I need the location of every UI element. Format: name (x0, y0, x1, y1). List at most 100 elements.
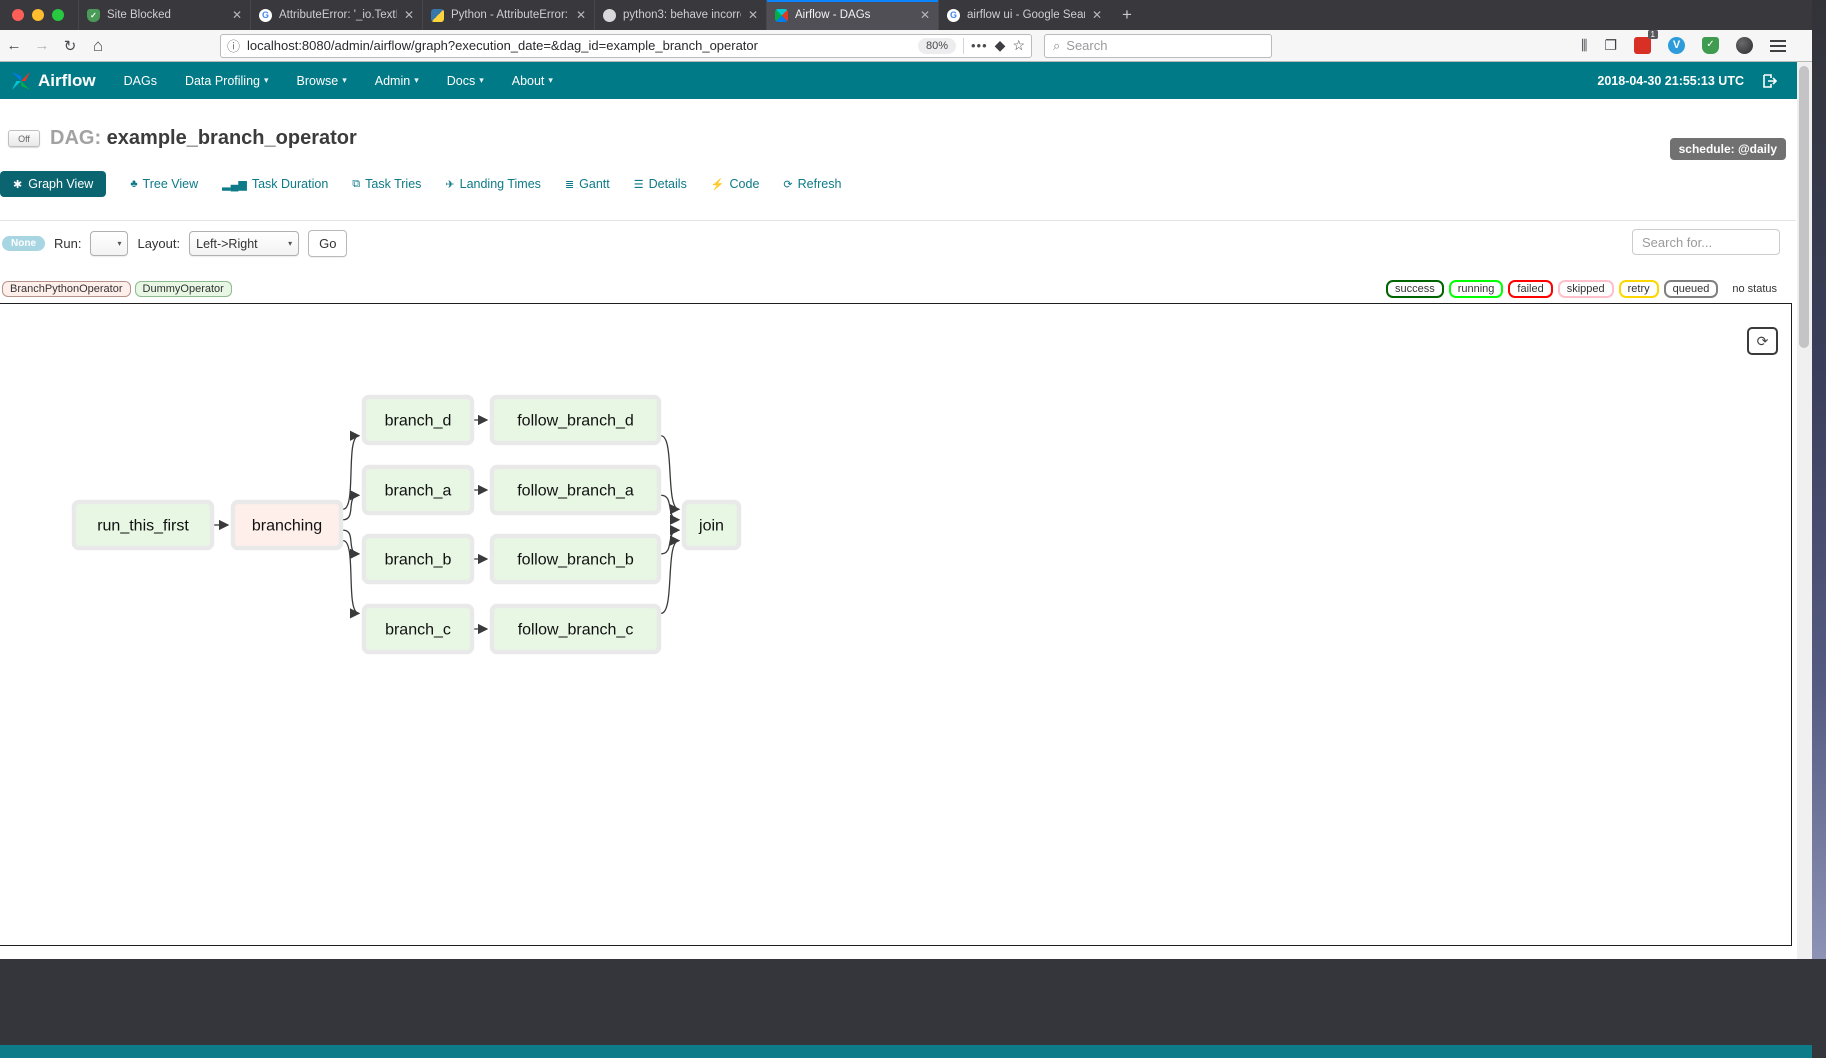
task-node-follow_branch_d[interactable]: follow_branch_d (492, 397, 659, 443)
zoom-level-badge[interactable]: 80% (918, 38, 956, 54)
menu-icon[interactable] (1770, 40, 1786, 52)
library-icon[interactable]: ⫼ (1581, 37, 1587, 54)
reload-icon[interactable]: ↻ (56, 37, 84, 55)
page-scrollbar[interactable] (1797, 62, 1812, 959)
browser-search-field[interactable]: ⌕ Search (1044, 34, 1272, 58)
nav-item-about[interactable]: About▾ (498, 62, 567, 99)
page-actions-icon[interactable]: ••• (971, 38, 988, 53)
nav-item-data-profiling[interactable]: Data Profiling ▾ (171, 62, 283, 99)
tab-task-duration[interactable]: ▂▄▆Task Duration (222, 177, 328, 191)
browser-tab-1[interactable]: ✓Site Blocked✕ (78, 0, 250, 30)
task-node-follow_branch_c[interactable]: follow_branch_c (492, 606, 659, 652)
pocket-icon[interactable]: ◆ (995, 37, 1006, 54)
forward-icon[interactable]: → (28, 37, 56, 54)
status-legend-skipped: skipped (1558, 280, 1614, 298)
zoom-window-button[interactable] (52, 9, 64, 21)
chevron-down-icon: ▾ (288, 239, 292, 248)
sidebar-icon[interactable]: ❐ (1604, 37, 1617, 54)
layout-select[interactable]: Left->Right ▾ (189, 231, 299, 256)
task-node-branch_b[interactable]: branch_b (364, 536, 472, 582)
tab-title: Airflow - DAGs (795, 9, 913, 21)
task-search-input[interactable]: Search for... (1632, 229, 1780, 255)
nav-items: DAGsData Profiling▾Browse▾Admin▾Docs▾Abo… (110, 62, 567, 99)
nav-item-label: Docs (447, 74, 475, 88)
run-select[interactable]: ▾ (90, 231, 128, 256)
url-bar[interactable]: ⓘ localhost:8080/admin/airflow/graph?exe… (220, 34, 1032, 58)
nav-item-browse[interactable]: Browse▾ (283, 62, 361, 99)
url-text[interactable]: localhost:8080/admin/airflow/graph?execu… (247, 38, 911, 53)
close-tab-icon[interactable]: ✕ (232, 8, 242, 22)
dag-name: example_branch_operator (107, 127, 357, 149)
tab-refresh[interactable]: ⟳Refresh (783, 177, 841, 191)
browser-tab-6[interactable]: Gairflow ui - Google Search✕ (938, 0, 1110, 30)
chevron-down-icon: ▾ (264, 75, 269, 86)
browser-tab-3[interactable]: Python - AttributeError: '_io.Te✕ (422, 0, 594, 30)
view-tab-label: Graph View (28, 177, 93, 191)
nav-item-docs[interactable]: Docs▾ (433, 62, 498, 99)
minimize-window-button[interactable] (32, 9, 44, 21)
chevron-down-icon: ▾ (342, 75, 347, 86)
tab-code[interactable]: ⚡Code (711, 177, 760, 191)
task-node-branch_c[interactable]: branch_c (364, 606, 472, 652)
task-node-label: branch_b (385, 552, 452, 569)
extension-red-icon[interactable] (1634, 37, 1651, 54)
tab-graph-view[interactable]: ✱Graph View (0, 171, 106, 197)
browser-tab-5[interactable]: Airflow - DAGs ✕ (766, 0, 938, 30)
airflow-brand[interactable]: Airflow (0, 70, 110, 92)
extension-cookies-icon[interactable] (1736, 37, 1753, 54)
chevron-down-icon: ▾ (117, 239, 121, 248)
task-tries-icon: ⧉ (352, 178, 360, 191)
airflow-brand-label: Airflow (38, 71, 96, 91)
close-tab-icon[interactable]: ✕ (1092, 8, 1102, 22)
task-node-join[interactable]: join (684, 502, 739, 548)
layout-select-value: Left->Right (196, 237, 258, 251)
close-window-button[interactable] (12, 9, 24, 21)
graph-refresh-button[interactable]: ⟳ (1747, 327, 1778, 355)
dag-pause-toggle[interactable]: Off (8, 130, 40, 147)
close-tab-icon[interactable]: ✕ (748, 8, 758, 22)
task-node-branching[interactable]: branching (233, 502, 341, 548)
tab-tree-view[interactable]: ♣Tree View (130, 177, 198, 191)
go-button[interactable]: Go (308, 230, 347, 257)
logout-icon[interactable] (1762, 73, 1778, 89)
view-tab-label: Landing Times (460, 177, 541, 191)
tab-gantt[interactable]: ≣Gantt (565, 177, 610, 191)
task-node-follow_branch_a[interactable]: follow_branch_a (492, 467, 659, 513)
google-favicon-icon: G (259, 9, 272, 22)
bookmark-star-icon[interactable]: ☆ (1012, 37, 1025, 54)
task-node-branch_a[interactable]: branch_a (364, 467, 472, 513)
graph-canvas[interactable]: run_this_first branching branch_d branch_ab… (0, 303, 1792, 946)
task-node-run_this_first[interactable]: run_this_first (74, 502, 212, 548)
tab-title: AttributeError: '_io.TextIOWrapp (279, 9, 397, 21)
search-placeholder: Search (1066, 38, 1107, 53)
browser-tab-2[interactable]: G AttributeError: '_io.TextIOWrapp ✕ (250, 0, 422, 30)
extension-blue-icon[interactable]: V (1668, 37, 1685, 54)
close-tab-icon[interactable]: ✕ (576, 8, 586, 22)
airflow-page: Off DAG: example_branch_operator schedul… (0, 99, 1812, 959)
airflow-logo-icon (10, 70, 32, 92)
task-node-follow_branch_b[interactable]: follow_branch_b (492, 536, 659, 582)
extension-shield-icon[interactable]: ✓ (1702, 37, 1719, 54)
tab-task-tries[interactable]: ⧉Task Tries (352, 177, 421, 191)
view-tab-label: Details (649, 177, 687, 191)
task-node-label: follow_branch_b (517, 552, 634, 569)
nav-item-dags[interactable]: DAGs (110, 62, 171, 99)
close-tab-icon[interactable]: ✕ (404, 8, 414, 22)
close-tab-icon[interactable]: ✕ (920, 8, 930, 22)
home-icon[interactable]: ⌂ (84, 36, 112, 56)
tab-landing-times[interactable]: ✈ Landing Times (445, 177, 541, 191)
back-icon[interactable]: ← (0, 37, 28, 54)
nav-item-label: Data Profiling (185, 74, 260, 88)
nav-item-admin[interactable]: Admin▾ (361, 62, 433, 99)
toolbar-right-icons: ⫼ ❐ V ✓ (1581, 37, 1812, 54)
window-controls (0, 0, 78, 30)
browser-tab-4[interactable]: python3: behave incorrectly mo✕ (594, 0, 766, 30)
tab-details[interactable]: ☰Details (634, 177, 687, 191)
task-node-label: follow_branch_d (517, 413, 634, 430)
scrollbar-thumb[interactable] (1799, 66, 1809, 348)
site-info-icon[interactable]: ⓘ (227, 36, 240, 55)
new-tab-button[interactable]: + (1110, 0, 1144, 30)
nav-item-label: About (512, 74, 545, 88)
landing-times-icon: ✈ (445, 178, 454, 191)
task-node-branch_d[interactable]: branch_d (364, 397, 472, 443)
